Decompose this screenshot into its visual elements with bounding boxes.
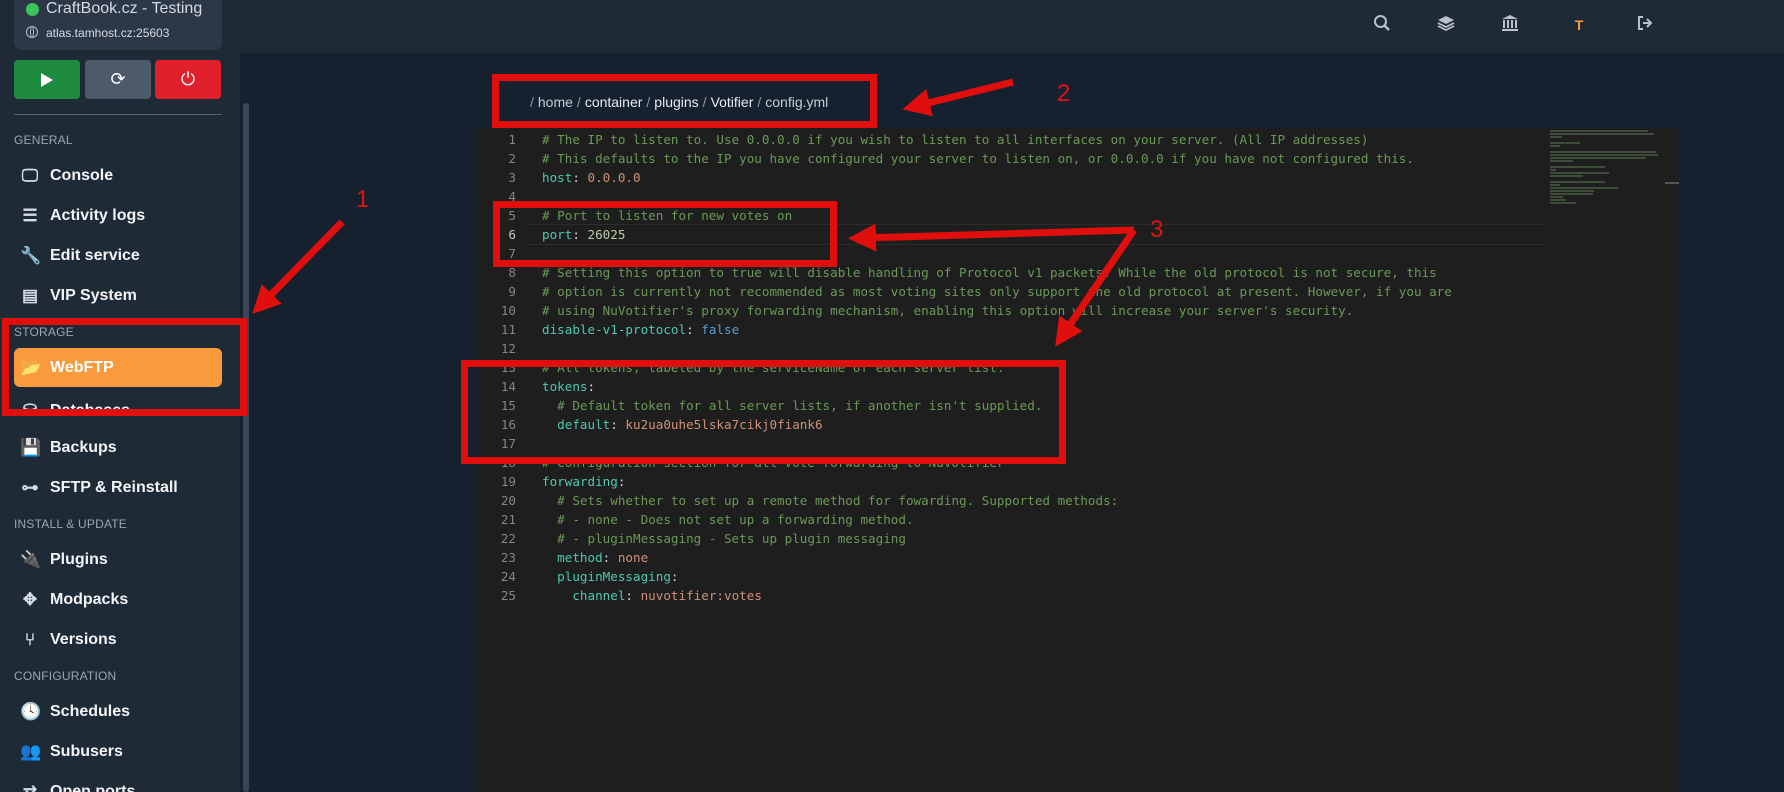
arrow-3a (848, 223, 1135, 252)
annotation-number-1: 1 (356, 186, 370, 213)
annotation-number-3: 3 (1150, 216, 1164, 243)
annotation-arrows (252, 78, 1137, 347)
annotation-number-2: 2 (1057, 80, 1071, 107)
arrow-3b (1055, 228, 1137, 347)
arrow-1 (252, 219, 345, 315)
arrow-2 (902, 78, 1014, 117)
